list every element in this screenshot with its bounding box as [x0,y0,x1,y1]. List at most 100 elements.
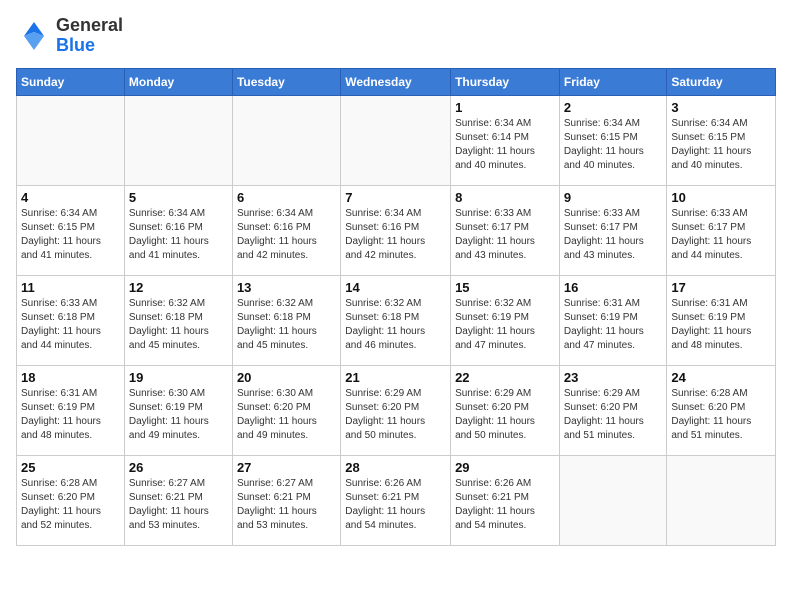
day-number: 1 [455,100,555,115]
day-number: 19 [129,370,228,385]
day-number: 8 [455,190,555,205]
day-info: Sunrise: 6:32 AM Sunset: 6:19 PM Dayligh… [455,297,555,353]
day-info: Sunrise: 6:28 AM Sunset: 6:20 PM Dayligh… [21,477,120,533]
day-info: Sunrise: 6:34 AM Sunset: 6:15 PM Dayligh… [21,207,120,263]
week-row: 1 Sunrise: 6:34 AM Sunset: 6:14 PM Daylig… [17,96,776,186]
day-number: 10 [671,190,771,205]
day-number: 14 [345,280,446,295]
day-number: 3 [671,100,771,115]
day-number: 9 [564,190,663,205]
calendar-cell: 15 Sunrise: 6:32 AM Sunset: 6:19 PM Dayli… [451,276,560,366]
calendar-cell [341,96,451,186]
calendar-cell: 28 Sunrise: 6:26 AM Sunset: 6:21 PM Dayli… [341,456,451,546]
calendar-cell: 3 Sunrise: 6:34 AM Sunset: 6:15 PM Daylig… [667,96,776,186]
calendar-cell: 22 Sunrise: 6:29 AM Sunset: 6:20 PM Dayli… [451,366,560,456]
day-info: Sunrise: 6:33 AM Sunset: 6:17 PM Dayligh… [564,207,663,263]
day-number: 2 [564,100,663,115]
day-info: Sunrise: 6:34 AM Sunset: 6:14 PM Dayligh… [455,117,555,173]
calendar-cell: 4 Sunrise: 6:34 AM Sunset: 6:15 PM Daylig… [17,186,125,276]
day-of-week-header: Sunday [17,69,125,96]
day-number: 29 [455,460,555,475]
day-info: Sunrise: 6:29 AM Sunset: 6:20 PM Dayligh… [564,387,663,443]
day-number: 20 [237,370,336,385]
week-row: 4 Sunrise: 6:34 AM Sunset: 6:15 PM Daylig… [17,186,776,276]
day-number: 5 [129,190,228,205]
day-info: Sunrise: 6:27 AM Sunset: 6:21 PM Dayligh… [129,477,228,533]
calendar-body: 1 Sunrise: 6:34 AM Sunset: 6:14 PM Daylig… [17,96,776,546]
day-info: Sunrise: 6:33 AM Sunset: 6:18 PM Dayligh… [21,297,120,353]
calendar-cell: 8Sunrise: 6:33 AM Sunset: 6:17 PM Daylig… [451,186,560,276]
calendar-cell: 13 Sunrise: 6:32 AM Sunset: 6:18 PM Dayli… [232,276,340,366]
day-info: Sunrise: 6:34 AM Sunset: 6:16 PM Dayligh… [129,207,228,263]
logo: GeneralBlue [16,16,123,56]
day-info: Sunrise: 6:33 AM Sunset: 6:17 PM Dayligh… [671,207,771,263]
day-number: 16 [564,280,663,295]
day-number: 12 [129,280,228,295]
calendar-cell: 12 Sunrise: 6:32 AM Sunset: 6:18 PM Dayli… [124,276,232,366]
day-info: Sunrise: 6:26 AM Sunset: 6:21 PM Dayligh… [455,477,555,533]
day-number: 15 [455,280,555,295]
calendar-cell: 17 Sunrise: 6:31 AM Sunset: 6:19 PM Dayli… [667,276,776,366]
calendar-cell: 20 Sunrise: 6:30 AM Sunset: 6:20 PM Dayli… [232,366,340,456]
day-number: 26 [129,460,228,475]
day-info: Sunrise: 6:32 AM Sunset: 6:18 PM Dayligh… [129,297,228,353]
day-number: 21 [345,370,446,385]
calendar-cell: 21Sunrise: 6:29 AM Sunset: 6:20 PM Dayli… [341,366,451,456]
day-info: Sunrise: 6:27 AM Sunset: 6:21 PM Dayligh… [237,477,336,533]
logo-text: GeneralBlue [56,16,123,56]
week-row: 11 Sunrise: 6:33 AM Sunset: 6:18 PM Dayli… [17,276,776,366]
day-number: 11 [21,280,120,295]
day-info: Sunrise: 6:28 AM Sunset: 6:20 PM Dayligh… [671,387,771,443]
day-info: Sunrise: 6:34 AM Sunset: 6:16 PM Dayligh… [237,207,336,263]
calendar-cell: 2Sunrise: 6:34 AM Sunset: 6:15 PM Daylig… [559,96,667,186]
day-info: Sunrise: 6:30 AM Sunset: 6:19 PM Dayligh… [129,387,228,443]
week-row: 25 Sunrise: 6:28 AM Sunset: 6:20 PM Dayli… [17,456,776,546]
calendar-cell: 11 Sunrise: 6:33 AM Sunset: 6:18 PM Dayli… [17,276,125,366]
calendar-cell: 5 Sunrise: 6:34 AM Sunset: 6:16 PM Daylig… [124,186,232,276]
calendar-cell: 9 Sunrise: 6:33 AM Sunset: 6:17 PM Daylig… [559,186,667,276]
calendar-table: SundayMondayTuesdayWednesdayThursdayFrid… [16,68,776,546]
calendar-cell: 18Sunrise: 6:31 AM Sunset: 6:19 PM Dayli… [17,366,125,456]
calendar-cell: 27 Sunrise: 6:27 AM Sunset: 6:21 PM Dayli… [232,456,340,546]
calendar-header: SundayMondayTuesdayWednesdayThursdayFrid… [17,69,776,96]
calendar-cell [667,456,776,546]
day-of-week-header: Thursday [451,69,560,96]
calendar-cell: 29 Sunrise: 6:26 AM Sunset: 6:21 PM Dayli… [451,456,560,546]
day-number: 23 [564,370,663,385]
day-number: 24 [671,370,771,385]
week-row: 18Sunrise: 6:31 AM Sunset: 6:19 PM Dayli… [17,366,776,456]
day-number: 22 [455,370,555,385]
day-of-week-header: Friday [559,69,667,96]
calendar-cell [17,96,125,186]
calendar-cell: 7Sunrise: 6:34 AM Sunset: 6:16 PM Daylig… [341,186,451,276]
logo-svg [16,18,52,54]
day-info: Sunrise: 6:30 AM Sunset: 6:20 PM Dayligh… [237,387,336,443]
page-header: GeneralBlue [16,16,776,56]
day-number: 4 [21,190,120,205]
day-info: Sunrise: 6:32 AM Sunset: 6:18 PM Dayligh… [237,297,336,353]
day-info: Sunrise: 6:32 AM Sunset: 6:18 PM Dayligh… [345,297,446,353]
day-of-week-header: Wednesday [341,69,451,96]
calendar-cell: 1 Sunrise: 6:34 AM Sunset: 6:14 PM Daylig… [451,96,560,186]
day-info: Sunrise: 6:29 AM Sunset: 6:20 PM Dayligh… [455,387,555,443]
day-info: Sunrise: 6:26 AM Sunset: 6:21 PM Dayligh… [345,477,446,533]
days-of-week-row: SundayMondayTuesdayWednesdayThursdayFrid… [17,69,776,96]
calendar-cell: 23 Sunrise: 6:29 AM Sunset: 6:20 PM Dayli… [559,366,667,456]
day-number: 17 [671,280,771,295]
day-info: Sunrise: 6:31 AM Sunset: 6:19 PM Dayligh… [564,297,663,353]
day-number: 6 [237,190,336,205]
day-number: 25 [21,460,120,475]
calendar-cell: 26 Sunrise: 6:27 AM Sunset: 6:21 PM Dayli… [124,456,232,546]
calendar-cell: 25 Sunrise: 6:28 AM Sunset: 6:20 PM Dayli… [17,456,125,546]
day-number: 28 [345,460,446,475]
day-number: 27 [237,460,336,475]
day-number: 13 [237,280,336,295]
day-info: Sunrise: 6:34 AM Sunset: 6:15 PM Dayligh… [671,117,771,173]
day-of-week-header: Monday [124,69,232,96]
calendar-cell: 14 Sunrise: 6:32 AM Sunset: 6:18 PM Dayli… [341,276,451,366]
day-info: Sunrise: 6:31 AM Sunset: 6:19 PM Dayligh… [21,387,120,443]
day-of-week-header: Tuesday [232,69,340,96]
calendar-cell: 16 Sunrise: 6:31 AM Sunset: 6:19 PM Dayli… [559,276,667,366]
calendar-cell [124,96,232,186]
day-info: Sunrise: 6:31 AM Sunset: 6:19 PM Dayligh… [671,297,771,353]
